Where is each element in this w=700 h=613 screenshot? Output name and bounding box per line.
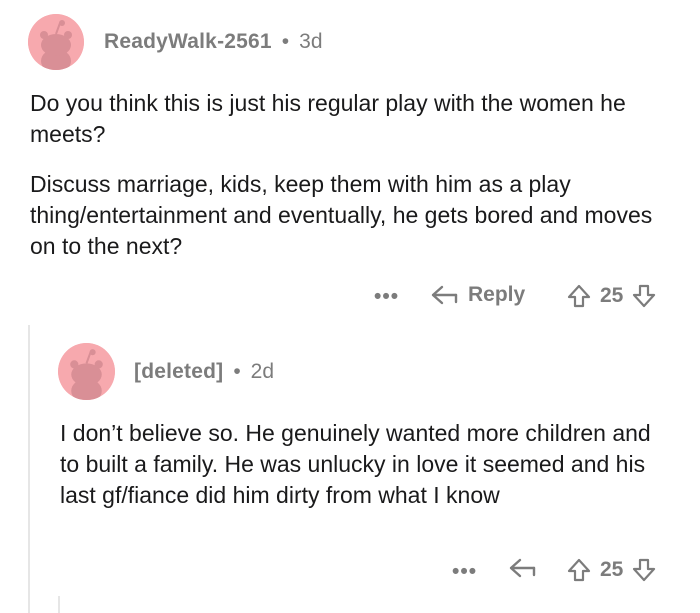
reply-arrow-icon — [430, 284, 460, 306]
meta-separator: • — [233, 360, 241, 383]
vote-controls: 25 — [566, 557, 657, 583]
upvote-arrow-icon[interactable] — [566, 283, 592, 309]
upvote-arrow-icon[interactable] — [566, 557, 592, 583]
reply-button[interactable]: Reply — [430, 283, 525, 307]
thread-line-nested[interactable] — [58, 596, 60, 613]
snoo-avatar-icon — [28, 14, 84, 70]
meta-separator: • — [281, 30, 290, 53]
reply-button[interactable] — [508, 557, 538, 579]
username-link[interactable]: [deleted] — [134, 360, 223, 384]
vote-count: 25 — [600, 558, 624, 581]
comment-paragraph: Discuss marriage, kids, keep them with h… — [30, 171, 653, 259]
avatar[interactable] — [58, 343, 115, 400]
thread-line[interactable] — [28, 325, 30, 613]
avatar[interactable] — [28, 14, 84, 70]
comment-paragraph: I don’t believe so. He genuinely wanted … — [60, 420, 651, 508]
comment-body: I don’t believe so. He genuinely wanted … — [60, 418, 660, 511]
comment-age: 3d — [299, 30, 323, 53]
downvote-arrow-icon[interactable] — [631, 557, 657, 583]
more-options-button[interactable]: ••• — [374, 285, 399, 309]
downvote-arrow-icon[interactable] — [631, 283, 657, 309]
comment-age: 2d — [250, 360, 275, 383]
comment-meta: ReadyWalk-2561 • 3d — [104, 30, 323, 54]
more-options-button[interactable]: ••• — [452, 560, 477, 584]
comment-paragraph: Do you think this is just his regular pl… — [30, 90, 626, 147]
comment-meta: [deleted] • 2d — [134, 360, 274, 384]
comment-body: Do you think this is just his regular pl… — [30, 88, 670, 262]
snoo-avatar-icon — [58, 343, 115, 400]
username-link[interactable]: ReadyWalk-2561 — [104, 30, 272, 54]
vote-controls: 25 — [566, 283, 657, 309]
reply-arrow-icon — [509, 558, 536, 578]
reply-label: Reply — [468, 283, 526, 306]
vote-count: 25 — [600, 284, 624, 307]
